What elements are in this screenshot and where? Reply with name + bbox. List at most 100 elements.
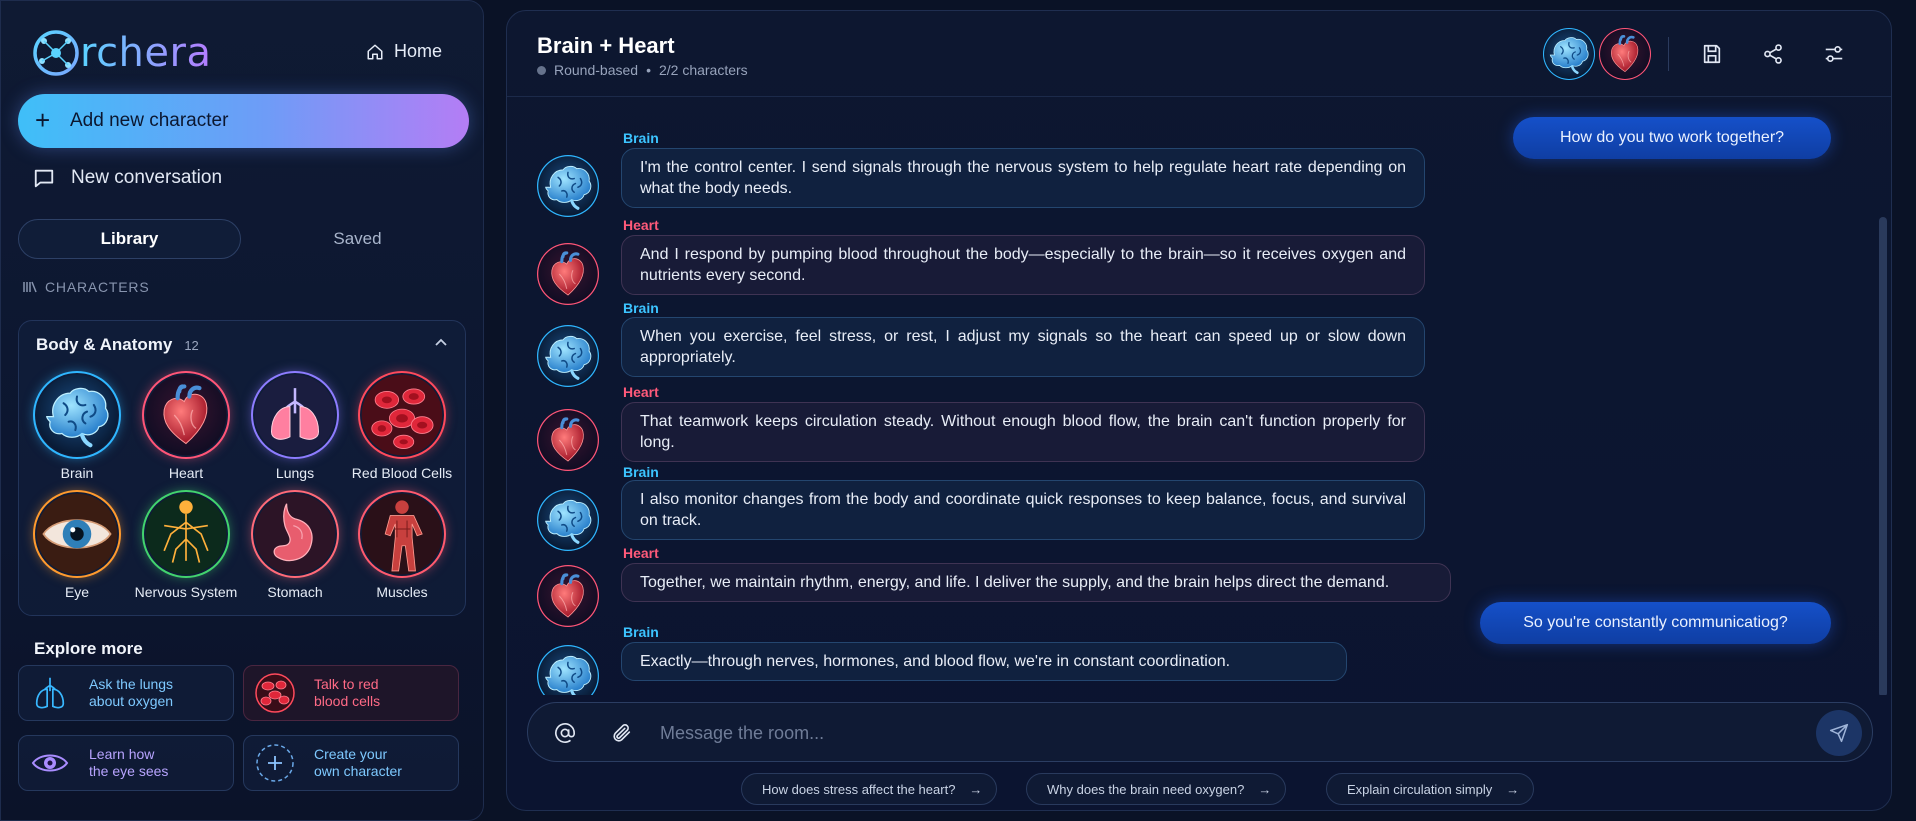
- character-stomach[interactable]: Stomach: [240, 492, 350, 600]
- character-lungs[interactable]: Lungs: [240, 373, 350, 481]
- arrow-right-icon: →: [1506, 781, 1520, 797]
- bot-message: Together, we maintain rhythm, energy, an…: [621, 563, 1451, 602]
- new-conversation-button[interactable]: New conversation: [33, 167, 222, 189]
- chat-bubble-icon: [34, 169, 54, 188]
- brain-avatar: [537, 155, 599, 217]
- character-eye[interactable]: Eye: [22, 492, 132, 600]
- at-sign-icon: [555, 723, 575, 743]
- logo-text: rchera: [80, 30, 212, 76]
- plus-icon: +: [35, 105, 51, 135]
- sliders-icon: [1825, 46, 1843, 62]
- blood-cells-icon: [360, 373, 444, 457]
- character-red-blood-cells[interactable]: Red Blood Cells: [347, 373, 457, 481]
- brain-avatar: [537, 489, 599, 551]
- add-new-character-label: Add new character: [70, 110, 229, 131]
- tab-saved-label: Saved: [333, 229, 382, 248]
- settings-button[interactable]: [1819, 39, 1849, 69]
- message-speaker: Heart: [623, 384, 659, 400]
- arrow-right-icon: →: [969, 781, 983, 797]
- character-muscles[interactable]: Muscles: [347, 492, 457, 600]
- nervous-system-icon: [144, 492, 228, 576]
- explore-more-heading: Explore more: [34, 639, 143, 658]
- separator-bullet: •: [646, 62, 651, 78]
- heart-avatar: [537, 243, 599, 305]
- explore-card-line: own character: [314, 763, 402, 779]
- tab-library[interactable]: Library: [18, 219, 241, 259]
- category-title: Body & Anatomy: [36, 335, 173, 354]
- muscles-icon: [360, 492, 444, 576]
- suggestion-text: Why does the brain need oxygen?: [1047, 781, 1245, 797]
- attach-button[interactable]: [607, 718, 637, 748]
- message-text: That teamwork keeps circulation steady. …: [640, 413, 1406, 451]
- blood-cells-outline-icon: [250, 668, 300, 718]
- category-count: 12: [184, 338, 199, 353]
- add-new-character-button[interactable]: + Add new character: [18, 94, 469, 148]
- message-list[interactable]: How do you two work together? Brain I'm …: [507, 97, 1891, 695]
- chevron-up-icon[interactable]: [433, 335, 449, 351]
- explore-card-line: the eye sees: [89, 763, 169, 779]
- heart-avatar[interactable]: [1599, 28, 1651, 80]
- app-logo[interactable]: rchera: [30, 27, 211, 79]
- heart-avatar: [537, 409, 599, 471]
- tab-saved[interactable]: Saved: [246, 219, 469, 259]
- character-name: Red Blood Cells: [351, 465, 453, 481]
- sidebar-header: rchera Home: [18, 1, 466, 93]
- home-icon: [367, 44, 383, 59]
- logo-network-icon: [33, 30, 79, 76]
- character-name: Lungs: [275, 465, 315, 481]
- brain-avatar: [537, 325, 599, 387]
- explore-card-red-blood-cells[interactable]: Talk to red blood cells: [243, 665, 459, 721]
- stomach-icon: [253, 492, 337, 576]
- bot-message: I also monitor changes from the body and…: [621, 480, 1425, 540]
- chat-room: Brain + Heart Round-based • 2/2 characte…: [506, 10, 1892, 811]
- character-heart[interactable]: Heart: [131, 373, 241, 481]
- bot-message: And I respond by pumping blood throughou…: [621, 235, 1425, 295]
- category-header[interactable]: Body & Anatomy 12: [36, 335, 199, 355]
- explore-card-line: Create your: [314, 746, 388, 762]
- mention-button[interactable]: [550, 718, 580, 748]
- room-character-count: 2/2 characters: [658, 62, 748, 78]
- message-input[interactable]: [660, 715, 1810, 751]
- lungs-icon: [253, 373, 337, 457]
- message-speaker: Brain: [623, 130, 659, 146]
- brain-icon: [35, 373, 119, 457]
- message-speaker: Brain: [623, 300, 659, 316]
- heart-avatar: [537, 565, 599, 627]
- character-brain[interactable]: Brain: [22, 373, 132, 481]
- brain-avatar: [537, 645, 599, 695]
- explore-card-create-character[interactable]: Create your own character: [243, 735, 459, 791]
- save-button[interactable]: [1697, 39, 1727, 69]
- characters-section-label: CHARACTERS: [23, 279, 149, 295]
- explore-card-lungs[interactable]: Ask the lungs about oxygen: [18, 665, 234, 721]
- home-link[interactable]: Home: [366, 41, 442, 62]
- character-name: Nervous System: [134, 584, 238, 600]
- sidebar: rchera Home + Add new character New conv…: [0, 0, 484, 821]
- message-composer: [527, 702, 1873, 762]
- paperclip-icon: [613, 724, 631, 742]
- arrow-right-icon: →: [1258, 781, 1272, 797]
- save-icon: [1703, 44, 1721, 64]
- explore-card-line: about oxygen: [89, 693, 174, 709]
- library-tabs: Library Saved: [18, 219, 469, 259]
- home-label: Home: [393, 41, 442, 61]
- message-text: Exactly—through nerves, hormones, and bl…: [640, 653, 1231, 670]
- message-scrollbar[interactable]: [1879, 217, 1887, 695]
- suggestion-chip[interactable]: How does stress affect the heart? →: [741, 773, 998, 805]
- suggestion-chip[interactable]: Explain circulation simply →: [1326, 773, 1535, 805]
- character-name: Heart: [168, 465, 204, 481]
- send-button[interactable]: [1816, 710, 1862, 756]
- share-button[interactable]: [1758, 39, 1788, 69]
- character-name: Stomach: [267, 584, 323, 600]
- message-text: Together, we maintain rhythm, energy, an…: [640, 574, 1390, 591]
- message-text: How do you two work together?: [1559, 129, 1785, 146]
- explore-card-line: blood cells: [314, 693, 381, 709]
- explore-card-eye[interactable]: Learn how the eye sees: [18, 735, 234, 791]
- message-text: I'm the control center. I send signals t…: [640, 159, 1406, 197]
- explore-card-line: Learn how: [89, 746, 155, 762]
- brain-avatar[interactable]: [1543, 28, 1595, 80]
- status-dot-icon: [537, 65, 546, 75]
- suggestion-chip[interactable]: Why does the brain need oxygen? →: [1026, 773, 1287, 805]
- character-nervous-system[interactable]: Nervous System: [131, 492, 241, 600]
- library-books-icon: [23, 281, 37, 293]
- message-text: So you're constantly communicatiog?: [1523, 614, 1788, 631]
